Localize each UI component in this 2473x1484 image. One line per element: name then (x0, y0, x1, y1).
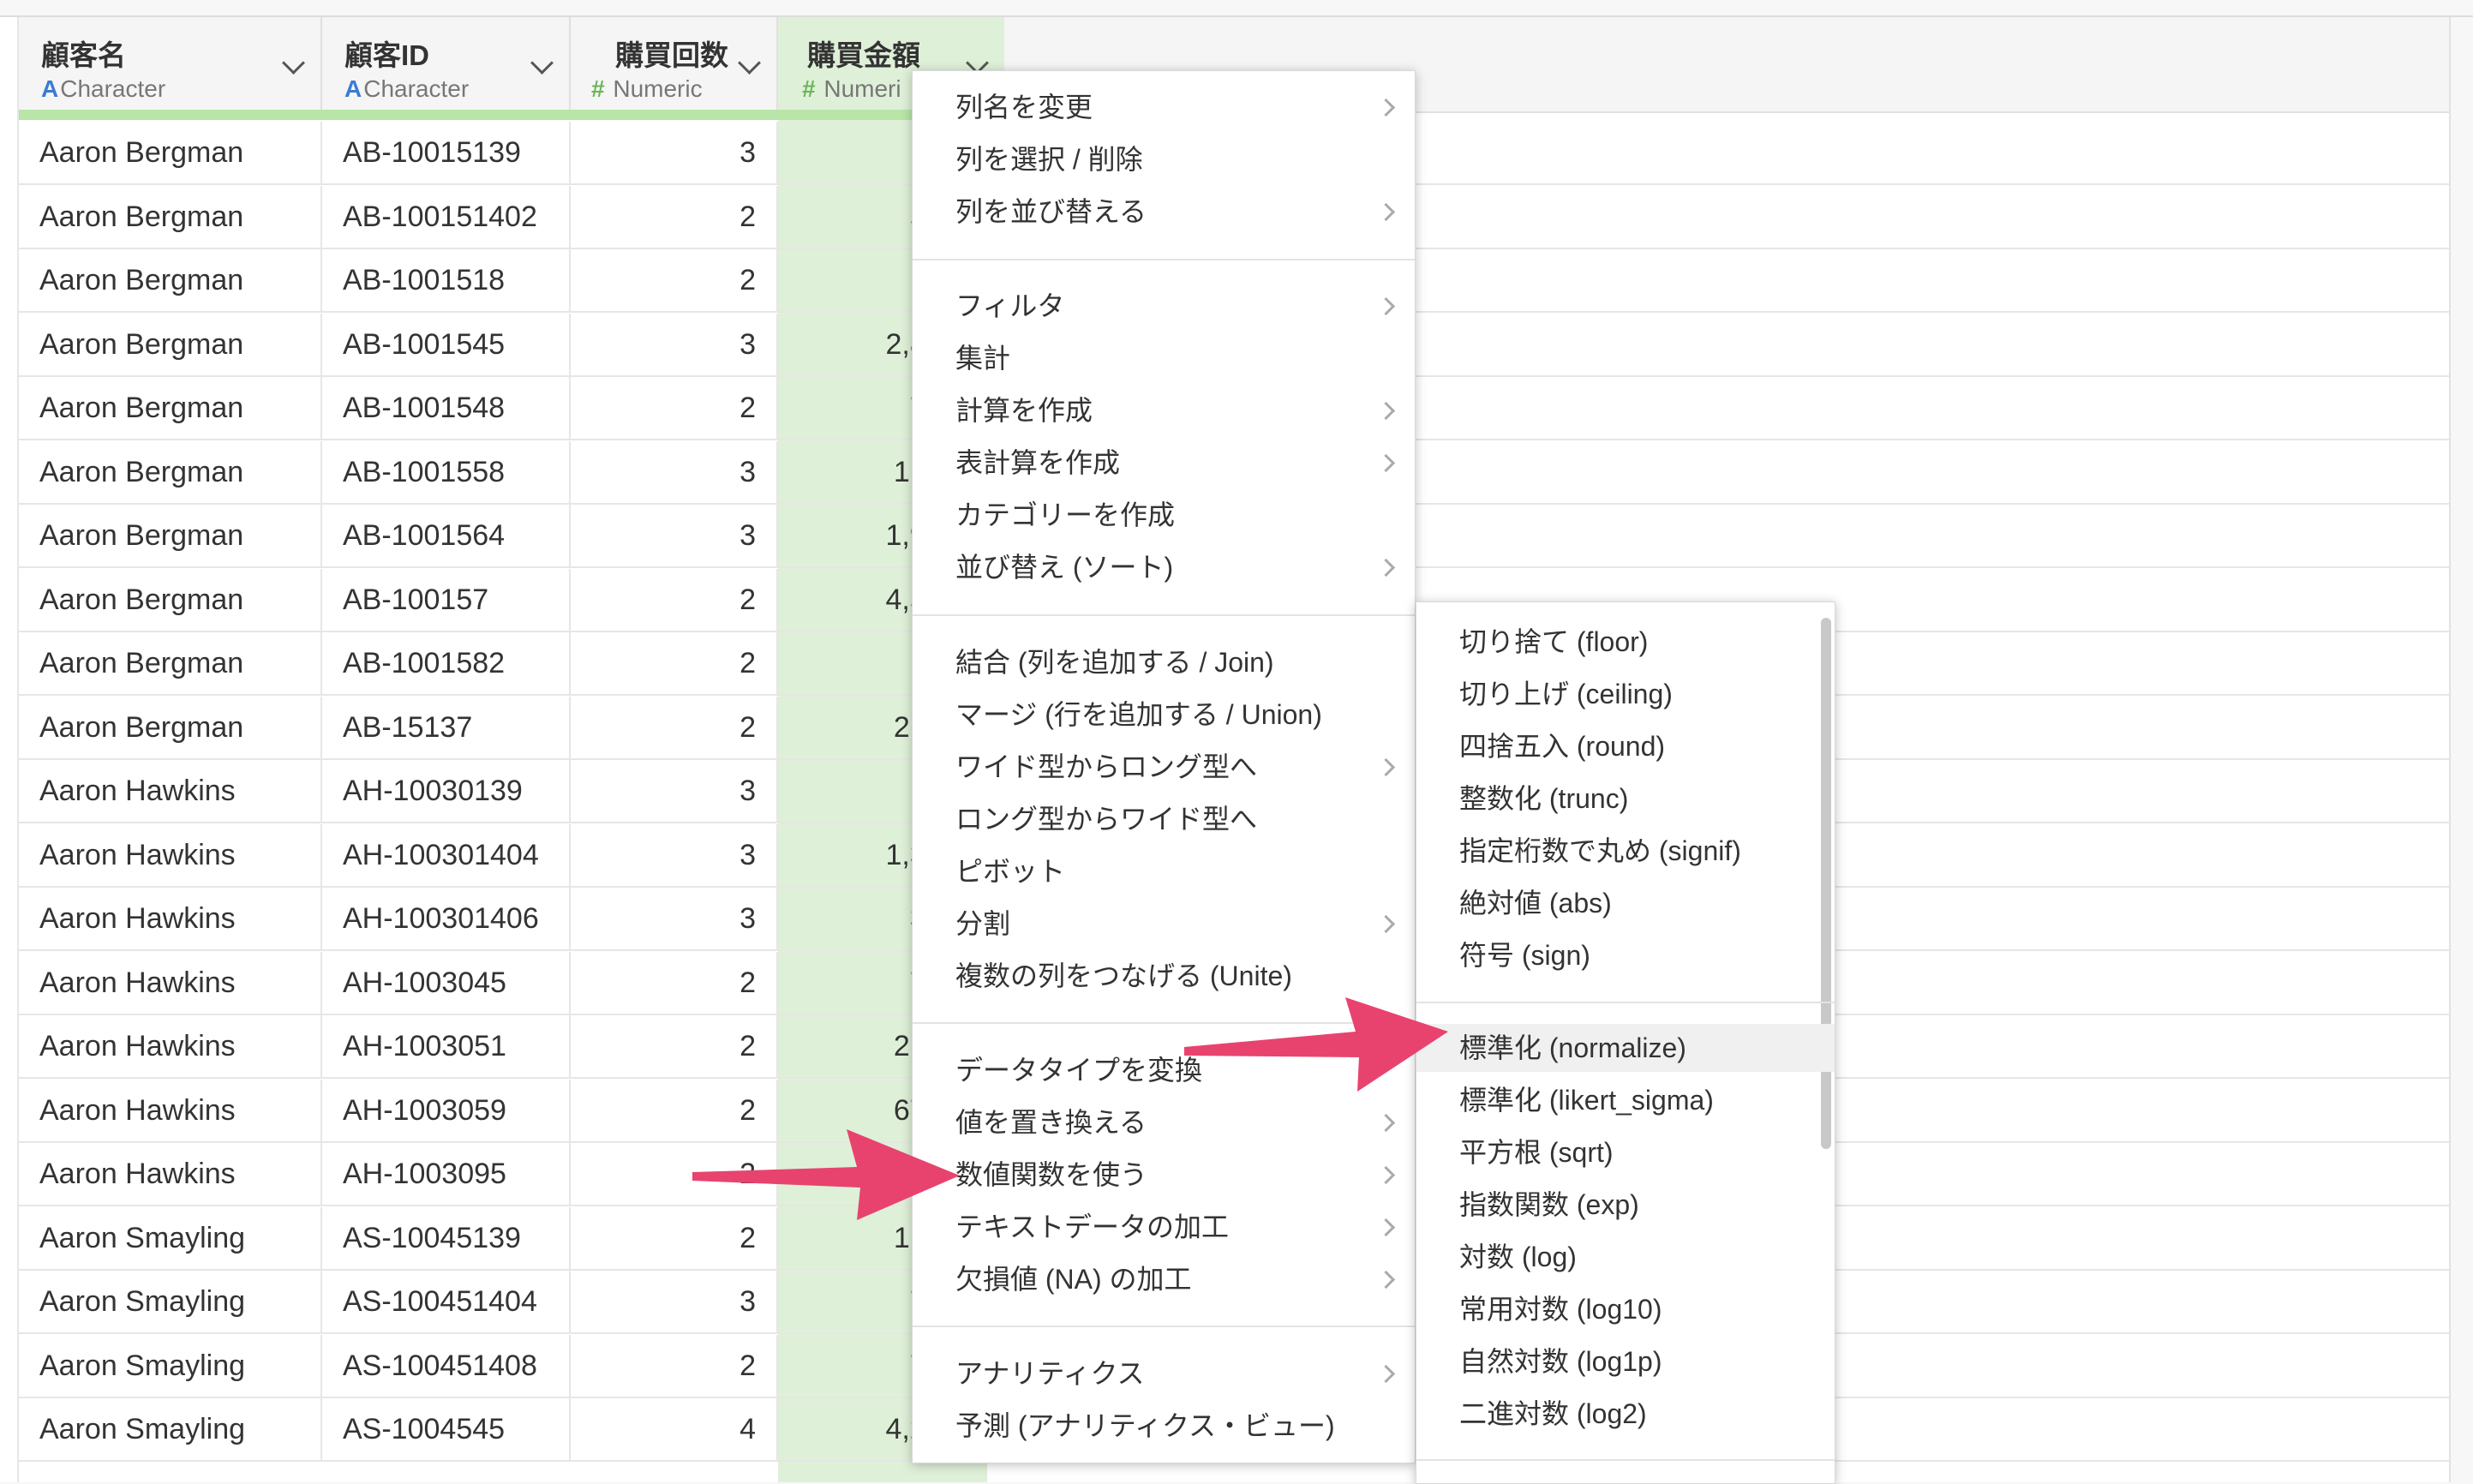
arrow-icon (692, 1129, 960, 1220)
arrow-icon (1184, 997, 1448, 1092)
annotation-arrows (692, 997, 1448, 1220)
